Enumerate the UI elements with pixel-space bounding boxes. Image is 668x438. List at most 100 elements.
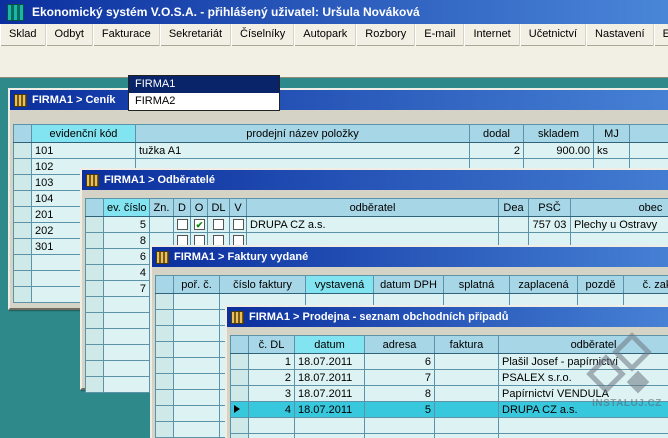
column-header-obec[interactable]: obec <box>571 199 668 217</box>
row-selector-header <box>156 276 174 294</box>
row-selector[interactable] <box>14 175 32 191</box>
row-selector[interactable] <box>14 191 32 207</box>
row-selector[interactable] <box>14 223 32 239</box>
menu-item-odbyt[interactable]: Odbyt <box>46 24 93 46</box>
column-header-skladem[interactable]: skladem <box>524 125 594 143</box>
cell-code: 101 <box>32 143 136 159</box>
menu-item-fakturace[interactable]: Fakturace <box>93 24 160 46</box>
cell-mj: ks <box>594 143 630 159</box>
menu-item-ciselniky[interactable]: Číselníky <box>231 24 294 46</box>
cell-odberatel: Papírnictví VENDULA <box>499 386 668 402</box>
row-selector[interactable] <box>231 370 249 386</box>
column-header-datum-dph[interactable]: datum DPH <box>374 276 444 294</box>
table-row[interactable]: 101 tužka A1 2 900.00 ks <box>14 143 668 159</box>
menu-item-email[interactable]: E-mail <box>415 24 464 46</box>
column-header-pozde[interactable]: pozdě <box>578 276 624 294</box>
window-prodejna-titlebar[interactable]: FIRMA1 > Prodejna - seznam obchodních př… <box>227 307 668 327</box>
window-odberatele-titlebar[interactable]: FIRMA1 > Odběratelé <box>82 170 668 190</box>
checkbox-dl[interactable] <box>213 219 224 230</box>
checkbox-d[interactable] <box>177 219 188 230</box>
column-header-psc[interactable]: PSČ <box>529 199 571 217</box>
window-icon <box>86 174 99 187</box>
menu-item-autopark[interactable]: Autopark <box>294 24 356 46</box>
column-header-d[interactable]: D <box>174 199 191 217</box>
cell-dl: 1 <box>249 354 295 370</box>
row-selector[interactable] <box>231 386 249 402</box>
column-header-por-c[interactable]: poř. č. <box>174 276 220 294</box>
table-row[interactable]: 1 18.07.2011 6 Plašil Josef - papírnictv… <box>231 354 668 370</box>
column-header-adresa[interactable]: adresa <box>365 336 435 354</box>
window-icon <box>231 311 244 324</box>
app-icon <box>7 4 24 21</box>
row-selector[interactable] <box>231 354 249 370</box>
table-row[interactable]: 5 DRUPA CZ a.s. 757 03 Plechy u Ostravy <box>86 217 668 233</box>
column-header-zaplacena[interactable]: zaplacená <box>510 276 578 294</box>
column-header-dl[interactable]: DL <box>208 199 230 217</box>
cell-skladem: 900.00 <box>524 143 594 159</box>
row-selector[interactable] <box>14 239 32 255</box>
menu-item-sekretariat[interactable]: Sekretariát <box>160 24 231 46</box>
cell-faktura <box>435 386 499 402</box>
column-header-faktura[interactable]: faktura <box>435 336 499 354</box>
column-header-nazev[interactable]: prodejní název položky <box>136 125 470 143</box>
cell-faktura <box>435 370 499 386</box>
column-header-o[interactable]: O <box>191 199 208 217</box>
column-header-c-zak[interactable]: č. zak. <box>624 276 668 294</box>
cell-datum: 18.07.2011 <box>295 354 365 370</box>
title-bar[interactable]: Ekonomický systém V.O.S.A. - přihlášený … <box>0 0 668 24</box>
column-header-splatna[interactable]: splatná <box>444 276 510 294</box>
column-header-odberatel[interactable]: odběratel <box>247 199 499 217</box>
cell-faktura <box>435 402 499 418</box>
column-header-cislo-faktury[interactable]: číslo faktury <box>220 276 306 294</box>
window-cenik-titlebar[interactable]: FIRMA1 > Ceník <box>10 90 668 110</box>
column-header-zn[interactable]: Zn. <box>150 199 174 217</box>
menu-item-internet[interactable]: Internet <box>464 24 519 46</box>
current-row-marker-icon <box>234 405 240 413</box>
menu-item-editace[interactable]: Editace <box>654 24 668 46</box>
row-selector[interactable] <box>86 233 104 249</box>
column-header-datum[interactable]: datum <box>295 336 365 354</box>
row-selector[interactable] <box>14 207 32 223</box>
dropdown-option-firma2[interactable]: FIRMA2 <box>129 93 279 110</box>
dropdown-option-firma1[interactable]: FIRMA1 <box>129 76 279 93</box>
row-selector[interactable] <box>86 265 104 281</box>
menu-item-rozbory[interactable]: Rozbory <box>356 24 415 46</box>
window-faktury-titlebar[interactable]: FIRMA1 > Faktury vydané <box>152 247 668 267</box>
menu-item-sklad[interactable]: Sklad <box>0 24 46 46</box>
cell-odberatel: DRUPA CZ a.s. <box>247 217 499 233</box>
column-header-dea[interactable]: Dea <box>499 199 529 217</box>
column-header-odberatel[interactable]: odběratel <box>499 336 668 354</box>
column-header-mj[interactable]: MJ <box>594 125 630 143</box>
menu-item-nastaveni[interactable]: Nastavení <box>586 24 654 46</box>
cell-adresa: 8 <box>365 386 435 402</box>
checkbox-o[interactable] <box>194 219 205 230</box>
window-prodejna[interactable]: FIRMA1 > Prodejna - seznam obchodních př… <box>225 305 668 438</box>
checkbox-v[interactable] <box>233 219 244 230</box>
column-header-vystavena[interactable]: vystavená <box>306 276 374 294</box>
cell-adresa: 5 <box>365 402 435 418</box>
cell-psc: 757 03 <box>529 217 571 233</box>
column-header-v[interactable]: V <box>230 199 247 217</box>
menu-item-ucetnictvi[interactable]: Učetnictví <box>520 24 586 46</box>
cell-adresa: 7 <box>365 370 435 386</box>
column-header-ev-cislo[interactable]: ev. číslo <box>104 199 150 217</box>
column-header-c-dl[interactable]: č. DL <box>249 336 295 354</box>
cell-ev-cislo: 7 <box>104 281 150 297</box>
row-selector-header <box>231 336 249 354</box>
cell-dl: 3 <box>249 386 295 402</box>
row-selector[interactable] <box>231 402 249 418</box>
row-selector[interactable] <box>86 217 104 233</box>
row-selector[interactable] <box>86 281 104 297</box>
cell-adresa: 6 <box>365 354 435 370</box>
row-selector[interactable] <box>14 159 32 175</box>
table-row[interactable] <box>231 418 668 434</box>
column-header-dodal[interactable]: dodal <box>470 125 524 143</box>
table-row[interactable]: 2 18.07.2011 7 PSALEX s.r.o. <box>231 370 668 386</box>
row-selector[interactable] <box>14 143 32 159</box>
row-selector[interactable] <box>86 249 104 265</box>
cell-name: tužka A1 <box>136 143 470 159</box>
table-row[interactable] <box>231 434 668 438</box>
column-header-evidencni-kod[interactable]: evidenční kód <box>32 125 136 143</box>
table-row-selected[interactable]: 4 18.07.2011 5 DRUPA CZ a.s. <box>231 402 668 418</box>
table-row[interactable]: 3 18.07.2011 8 Papírnictví VENDULA <box>231 386 668 402</box>
